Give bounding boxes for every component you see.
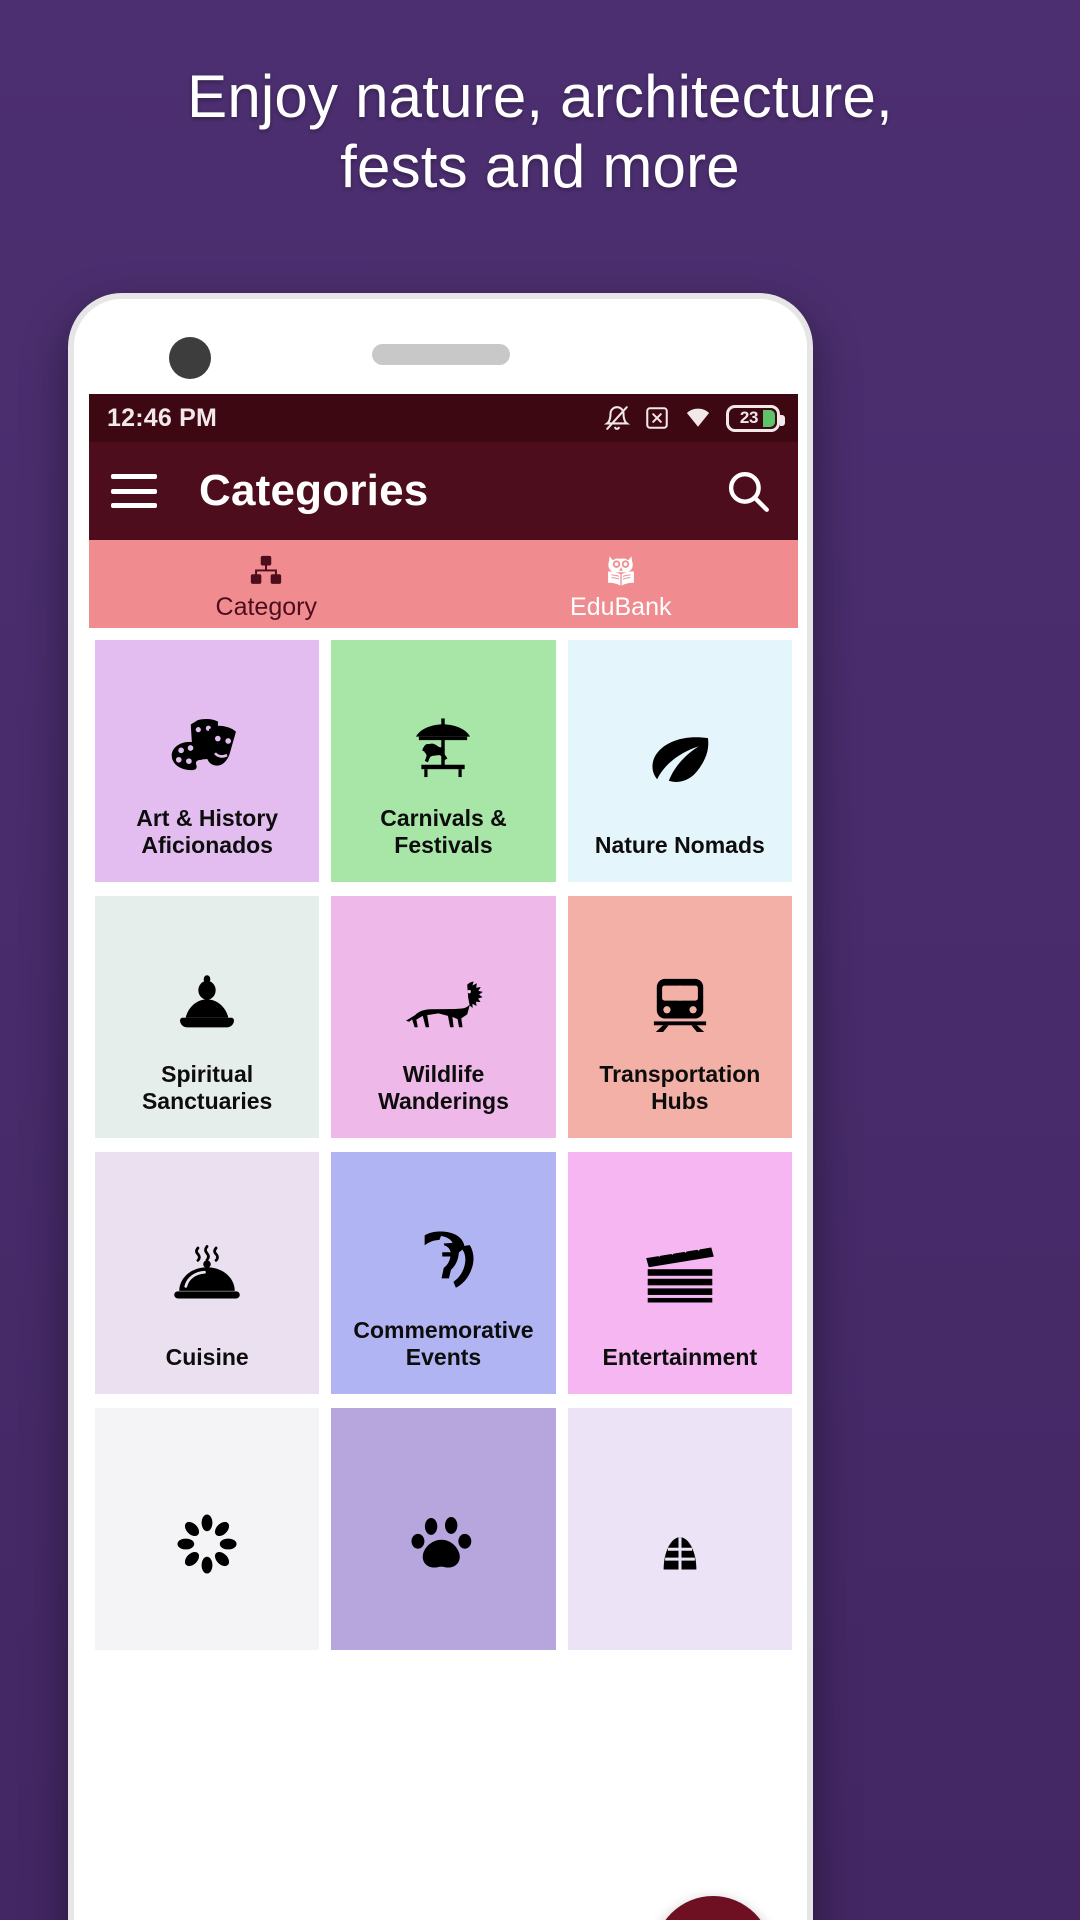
phone-inner-body: 12:46 PM 23 Categories Category EduBank … <box>74 299 807 1920</box>
leaf-icon <box>578 692 782 832</box>
partial-icon <box>578 1460 782 1628</box>
category-card[interactable]: Art & History Aficionados <box>95 640 320 882</box>
search-icon[interactable] <box>720 463 776 519</box>
owl-book-icon <box>600 551 642 591</box>
headline-line-1: Enjoy nature, architecture, <box>187 63 893 130</box>
battery-percent: 23 <box>739 408 759 427</box>
battery-fill <box>763 409 775 427</box>
promo-headline: Enjoy nature, architecture, fests and mo… <box>0 62 1080 201</box>
bell-muted-icon <box>604 405 630 431</box>
category-card[interactable]: Carnivals & Festivals <box>331 640 556 882</box>
phone-screen: 12:46 PM 23 Categories Category EduBank … <box>89 394 798 1920</box>
hamburger-bar <box>111 503 157 508</box>
categories-grid-container[interactable]: Art & History Aficionados Carnivals & Fe… <box>89 628 798 1920</box>
category-label: Spiritual Sanctuaries <box>141 1060 273 1115</box>
status-icons: 23 <box>604 404 785 432</box>
category-card[interactable]: Spiritual Sanctuaries <box>95 896 320 1138</box>
battery-indicator: 23 <box>726 404 785 432</box>
category-label: Nature Nomads <box>594 832 765 859</box>
hamburger-bar <box>111 488 157 494</box>
category-label: Transportation Hubs <box>599 1060 761 1115</box>
category-label: Commemorative Events <box>353 1316 534 1371</box>
train-icon <box>578 948 782 1061</box>
flower-icon <box>105 1460 309 1628</box>
paw-print-icon <box>341 1460 545 1628</box>
page-title: Categories <box>199 466 429 515</box>
tab-edubank[interactable]: EduBank <box>444 540 799 628</box>
tab-label: Category <box>215 592 317 621</box>
x-box-icon <box>644 405 670 431</box>
tab-label: EduBank <box>570 592 672 621</box>
headline-line-2: fests and more <box>340 132 740 200</box>
category-label: Cuisine <box>165 1344 249 1371</box>
categories-grid: Art & History Aficionados Carnivals & Fe… <box>95 640 792 1650</box>
category-card[interactable]: Wildlife Wanderings <box>331 896 556 1138</box>
category-card[interactable]: Nature Nomads <box>567 640 792 882</box>
category-label: Entertainment <box>602 1344 758 1371</box>
phone-top-bezel <box>74 299 807 394</box>
category-card[interactable]: Cuisine <box>95 1152 320 1394</box>
category-card[interactable]: Transportation Hubs <box>567 896 792 1138</box>
promo-screenshot: Enjoy nature, architecture, fests and mo… <box>0 0 1080 1920</box>
cloche-food-icon <box>105 1204 309 1344</box>
buddha-icon <box>105 948 309 1061</box>
clapperboard-icon <box>578 1204 782 1344</box>
status-bar: 12:46 PM 23 <box>89 394 798 442</box>
floating-action-button[interactable] <box>654 1896 772 1920</box>
hamburger-menu-icon[interactable] <box>111 474 157 508</box>
tab-bar: Category EduBank <box>89 540 798 628</box>
spartan-helmet-icon <box>341 1204 545 1317</box>
phone-frame: 12:46 PM 23 Categories Category EduBank … <box>68 293 813 1920</box>
category-label: Carnivals & Festivals <box>380 804 507 859</box>
category-label: Art & History Aficionados <box>136 804 279 859</box>
hamburger-bar <box>111 474 157 479</box>
earpiece-speaker <box>371 344 510 365</box>
lion-icon <box>341 948 545 1061</box>
category-card[interactable]: Commemorative Events <box>331 1152 556 1394</box>
category-card[interactable] <box>331 1408 556 1650</box>
tab-category[interactable]: Category <box>89 540 444 628</box>
category-card[interactable]: Entertainment <box>567 1152 792 1394</box>
app-bar: Categories <box>89 442 798 540</box>
category-card[interactable] <box>95 1408 320 1650</box>
carousel-icon <box>341 692 545 805</box>
status-time: 12:46 PM <box>107 403 217 432</box>
front-camera-icon <box>169 337 211 379</box>
sitemap-icon <box>247 551 285 591</box>
theater-masks-palette-icon <box>105 692 309 805</box>
category-label: Wildlife Wanderings <box>378 1060 509 1115</box>
wifi-icon <box>684 404 712 432</box>
category-card[interactable] <box>567 1408 792 1650</box>
